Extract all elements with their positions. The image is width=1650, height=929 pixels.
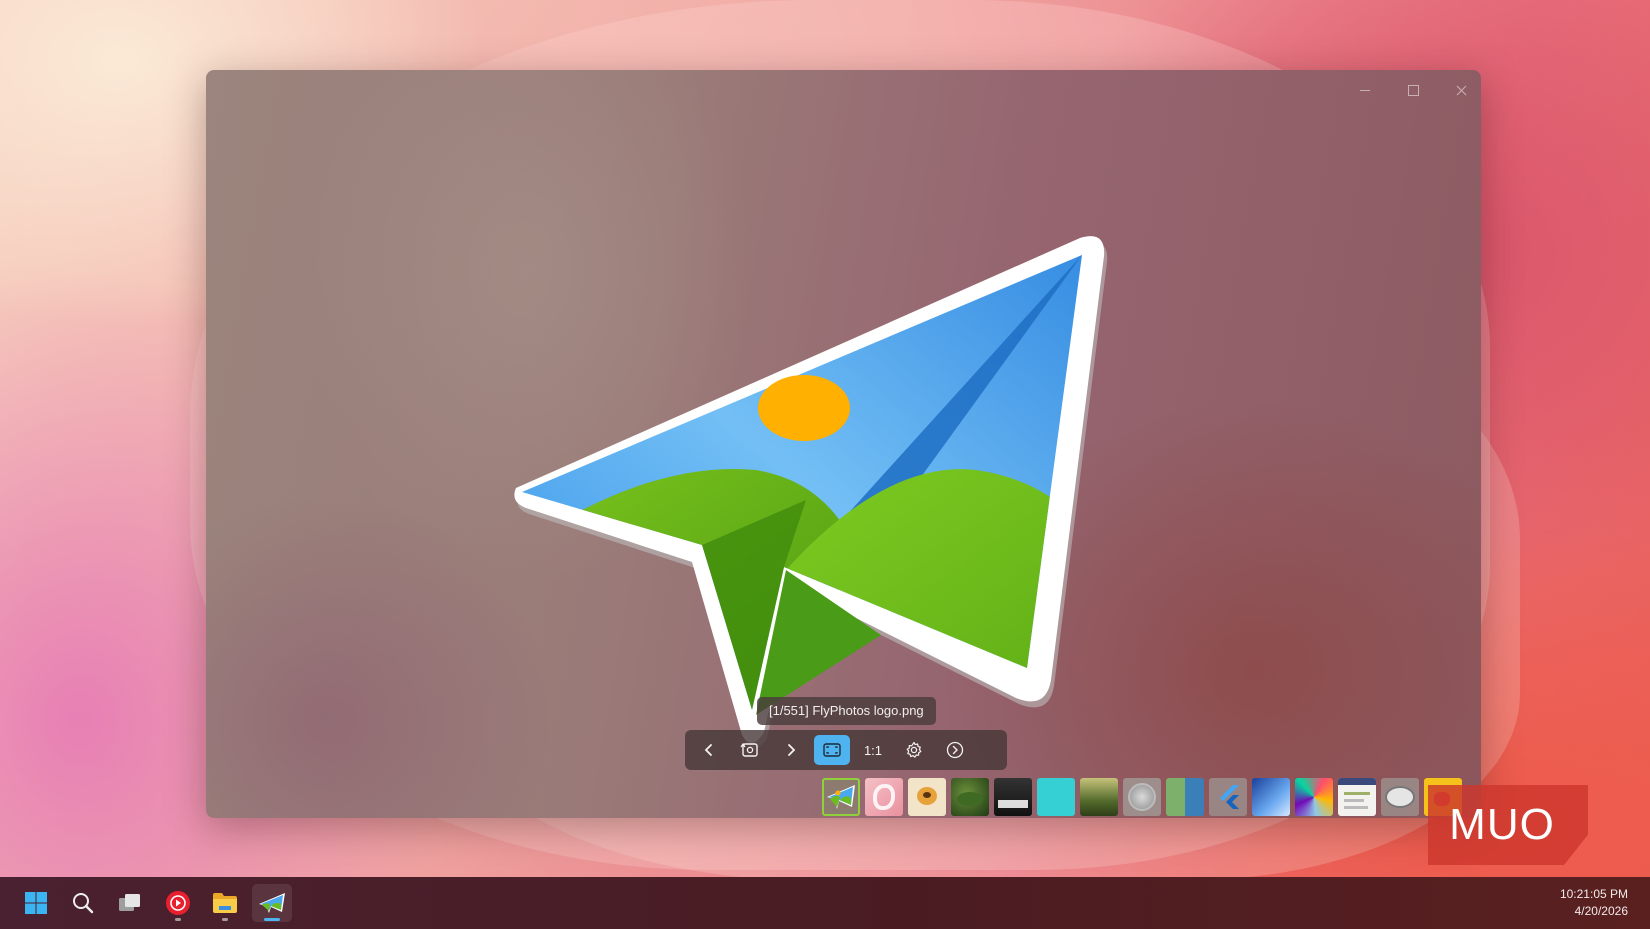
rotate-photo-icon bbox=[740, 742, 758, 757]
flutter-icon bbox=[1220, 785, 1239, 809]
thumbnail-fortnite[interactable] bbox=[994, 778, 1032, 816]
viewer-toolbar: 1:1 bbox=[685, 730, 1007, 770]
fit-to-window-button[interactable] bbox=[814, 735, 850, 765]
muo-watermark: MUO bbox=[1428, 785, 1588, 865]
start-button[interactable] bbox=[16, 884, 56, 922]
minimize-button[interactable] bbox=[1342, 76, 1388, 104]
thumbnail-document[interactable] bbox=[1338, 778, 1376, 816]
file-explorer-button[interactable] bbox=[205, 884, 245, 922]
youtube-music-icon bbox=[166, 891, 190, 915]
folder-icon bbox=[213, 893, 237, 913]
thumbnail-green-blue-split[interactable] bbox=[1166, 778, 1204, 816]
search-button[interactable] bbox=[63, 884, 103, 922]
search-icon bbox=[73, 893, 94, 914]
task-view-icon bbox=[119, 894, 140, 911]
windows-start-icon bbox=[25, 892, 47, 914]
chevron-right-icon bbox=[788, 744, 796, 756]
rotate-button[interactable] bbox=[732, 735, 768, 765]
fit-screen-icon bbox=[823, 743, 841, 757]
flyphotos-window: [1/551] FlyPhotos logo.png 1:1 bbox=[206, 70, 1481, 818]
flyphotos-taskbar-button[interactable] bbox=[252, 884, 292, 922]
gear-icon bbox=[906, 741, 922, 758]
thumbnail-windows-wallpaper[interactable] bbox=[1252, 778, 1290, 816]
thumbnail-forest[interactable] bbox=[1080, 778, 1118, 816]
thumbnail-cyan-square[interactable] bbox=[1037, 778, 1075, 816]
task-view-button[interactable] bbox=[110, 884, 150, 922]
slideshow-button[interactable] bbox=[937, 735, 973, 765]
chevron-left-icon bbox=[704, 744, 712, 756]
thumbnail-flutter-logo[interactable] bbox=[1209, 778, 1247, 816]
thumbnail-ios-16[interactable] bbox=[865, 778, 903, 816]
play-circle-icon bbox=[946, 741, 964, 759]
maximize-button[interactable] bbox=[1390, 76, 1436, 104]
thumbnail-flyphotos-logo[interactable] bbox=[822, 778, 860, 816]
youtube-music-button[interactable] bbox=[158, 884, 198, 922]
actual-size-button[interactable]: 1:1 bbox=[855, 735, 891, 765]
minimize-icon bbox=[1360, 89, 1370, 91]
taskbar: 10:21:05 PM 4/20/2026 bbox=[0, 877, 1650, 929]
clock-time: 10:21:05 PM bbox=[1559, 887, 1628, 901]
thumbnail-cat-drawing[interactable] bbox=[908, 778, 946, 816]
paper-plane-icon bbox=[827, 785, 855, 809]
close-button[interactable] bbox=[1438, 76, 1481, 104]
running-indicator bbox=[222, 918, 228, 921]
close-icon bbox=[1456, 85, 1466, 95]
thumbnail-colorful-splash[interactable] bbox=[1295, 778, 1333, 816]
thumbnail-badge[interactable] bbox=[1381, 778, 1419, 816]
file-caption: [1/551] FlyPhotos logo.png bbox=[757, 697, 936, 725]
settings-button[interactable] bbox=[896, 735, 932, 765]
clock-date: 4/20/2026 bbox=[1574, 904, 1628, 918]
active-indicator bbox=[264, 918, 280, 921]
thumbnail-strip bbox=[822, 778, 1467, 818]
previous-button[interactable] bbox=[691, 735, 727, 765]
thumbnail-coin[interactable] bbox=[1123, 778, 1161, 816]
system-clock[interactable]: 10:21:05 PM 4/20/2026 bbox=[1560, 886, 1628, 920]
flyphotos-icon bbox=[259, 893, 285, 913]
running-indicator bbox=[175, 918, 181, 921]
maximize-icon bbox=[1407, 84, 1419, 96]
next-button[interactable] bbox=[773, 735, 809, 765]
thumbnail-green-leaves[interactable] bbox=[951, 778, 989, 816]
displayed-image[interactable] bbox=[506, 170, 1186, 780]
